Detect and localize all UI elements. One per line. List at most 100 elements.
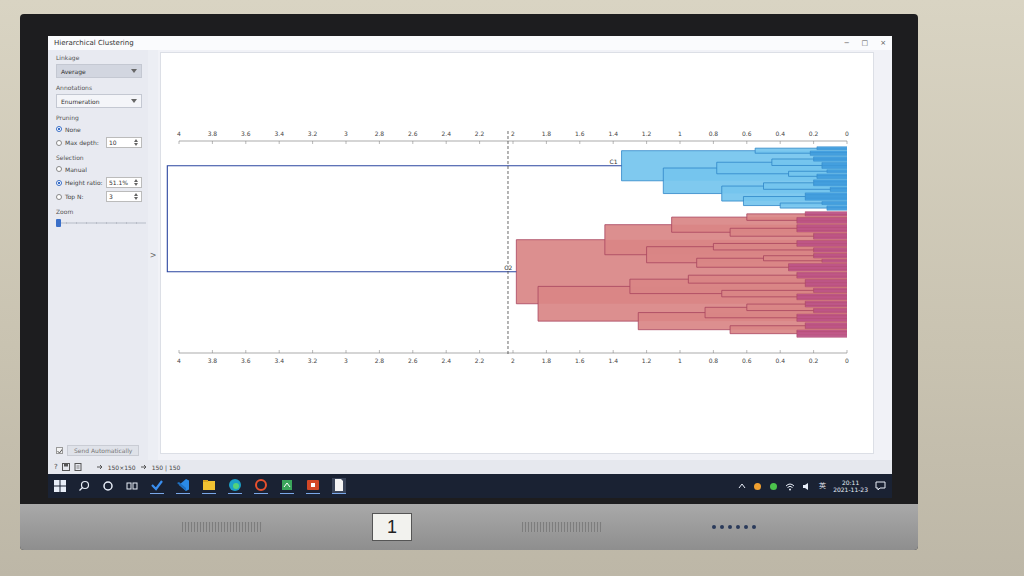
file-explorer-icon[interactable] (202, 478, 216, 494)
dendrogram-branch[interactable] (827, 206, 847, 210)
dendrogram-branch[interactable] (822, 259, 847, 262)
dendrogram-branch[interactable] (814, 157, 847, 161)
dendrogram-link (814, 184, 847, 185)
radio-button[interactable] (56, 180, 62, 186)
spin-box[interactable]: 10 (106, 137, 142, 148)
cutoff-line[interactable] (507, 131, 508, 355)
save-icon[interactable] (62, 463, 70, 471)
dendrogram-branch[interactable] (797, 294, 847, 300)
dendrogram-branch[interactable] (814, 288, 847, 292)
selection-option[interactable]: Manual (56, 164, 142, 174)
dendrogram-link (814, 239, 847, 240)
dendrogram-branch[interactable] (810, 151, 847, 155)
window-control-button[interactable]: × (880, 39, 886, 47)
dendrogram-branch[interactable] (797, 225, 847, 232)
dendrogram-branch[interactable] (797, 272, 847, 278)
axis-tick (379, 350, 380, 353)
dendrogram-link (805, 282, 847, 283)
axis-tick-label: 1.6 (575, 130, 585, 137)
dendrogram-branch[interactable] (814, 308, 847, 312)
dendrogram-branch[interactable] (814, 180, 847, 186)
notification-icon[interactable] (875, 481, 886, 491)
dendrogram-branch[interactable] (797, 314, 847, 321)
dendrogram-branch[interactable] (797, 330, 847, 337)
annotations-dropdown[interactable]: Enumeration (56, 94, 142, 108)
spin-box[interactable]: 3 (106, 191, 142, 202)
window-control-button[interactable]: □ (862, 39, 869, 47)
dendrogram-link (797, 293, 847, 294)
speaker-icon[interactable] (802, 482, 812, 491)
axis-tick (479, 141, 480, 144)
tray-chevron-icon[interactable] (738, 482, 746, 490)
pruning-option[interactable]: Max depth:10 (56, 137, 142, 148)
dendrogram-branch[interactable] (814, 254, 847, 258)
send-button[interactable]: Send Automatically (67, 445, 139, 456)
spin-box[interactable]: 51.1% (106, 177, 142, 188)
green-app-icon[interactable] (280, 478, 294, 494)
tick-app-icon[interactable] (150, 478, 164, 494)
radio-button[interactable] (56, 166, 62, 172)
dendrogram-branch[interactable] (805, 323, 847, 329)
dendrogram-link (814, 308, 847, 309)
window-control-button[interactable]: − (844, 39, 850, 47)
collapse-button[interactable]: > (148, 50, 158, 460)
radio-button[interactable] (56, 126, 62, 132)
dendrogram-link (814, 257, 847, 258)
dendrogram-branch[interactable] (805, 301, 847, 307)
dendrogram-branch[interactable] (805, 280, 847, 287)
selection-option[interactable]: Height ratio:51.1% (56, 177, 142, 188)
monitor-buttons[interactable] (712, 525, 756, 529)
axis-tick-label: 3.4 (274, 357, 284, 364)
dendrogram-link (814, 309, 847, 310)
help-button[interactable]: ? (54, 463, 58, 471)
cortana-icon[interactable] (102, 480, 114, 492)
dendrogram-link (797, 223, 847, 224)
dendrogram-chart[interactable]: 443.83.83.63.63.43.43.23.2332.82.82.62.6… (160, 52, 874, 454)
dendrogram-branch[interactable] (805, 212, 847, 216)
root-link[interactable] (167, 166, 621, 272)
red-app-icon[interactable] (254, 478, 268, 494)
zoom-slider[interactable] (56, 218, 146, 228)
report-icon[interactable] (74, 463, 82, 471)
linkage-dropdown[interactable]: Average (56, 64, 142, 78)
tray-app-icon[interactable] (753, 482, 762, 491)
task-view-icon[interactable] (126, 480, 138, 492)
document-icon[interactable] (332, 478, 346, 494)
pruning-option[interactable]: None (56, 124, 142, 134)
clock[interactable]: 20:112021-11-23 (833, 479, 868, 493)
edge-browser-icon[interactable] (228, 478, 242, 494)
dendrogram-branch[interactable] (789, 264, 847, 271)
dendrogram-branch[interactable] (814, 248, 847, 252)
vscode-icon[interactable] (176, 478, 190, 494)
checkbox[interactable] (56, 447, 63, 454)
wifi-icon[interactable] (785, 482, 795, 491)
dendrogram-branch[interactable] (817, 147, 847, 150)
dendrogram-link (805, 304, 847, 305)
dendrogram-branch[interactable] (830, 187, 847, 191)
spin-arrows-icon[interactable] (133, 138, 139, 147)
dendrogram-branch[interactable] (797, 217, 847, 223)
powerpoint-icon[interactable] (306, 478, 320, 494)
wechat-icon[interactable] (769, 482, 778, 491)
radio-button[interactable] (56, 194, 62, 200)
dendrogram-link (538, 286, 638, 321)
spin-arrows-icon[interactable] (133, 192, 139, 201)
dendrogram-branch[interactable] (805, 193, 847, 200)
selection-option[interactable]: Top N:3 (56, 191, 142, 202)
windows-start-icon[interactable] (54, 480, 66, 492)
slider-thumb[interactable] (56, 219, 61, 227)
dendrogram-branch[interactable] (814, 233, 847, 239)
dendrogram-branch[interactable] (817, 174, 847, 178)
ime-indicator[interactable]: 英 (819, 481, 826, 491)
radio-button[interactable] (56, 140, 62, 146)
dendrogram-branch[interactable] (827, 170, 847, 173)
dendrogram-branch[interactable] (797, 241, 847, 247)
spin-arrows-icon[interactable] (133, 178, 139, 187)
wall: Hierarchical Clustering−□×LinkageAverage… (0, 0, 1024, 576)
dendrogram-branch[interactable] (822, 163, 847, 169)
dendrogram-link (814, 250, 847, 251)
send-automatically[interactable]: Send Automatically (56, 445, 142, 456)
dendrogram-link (830, 191, 847, 192)
search-icon[interactable] (78, 480, 90, 492)
dendrogram-branch[interactable] (822, 202, 847, 205)
